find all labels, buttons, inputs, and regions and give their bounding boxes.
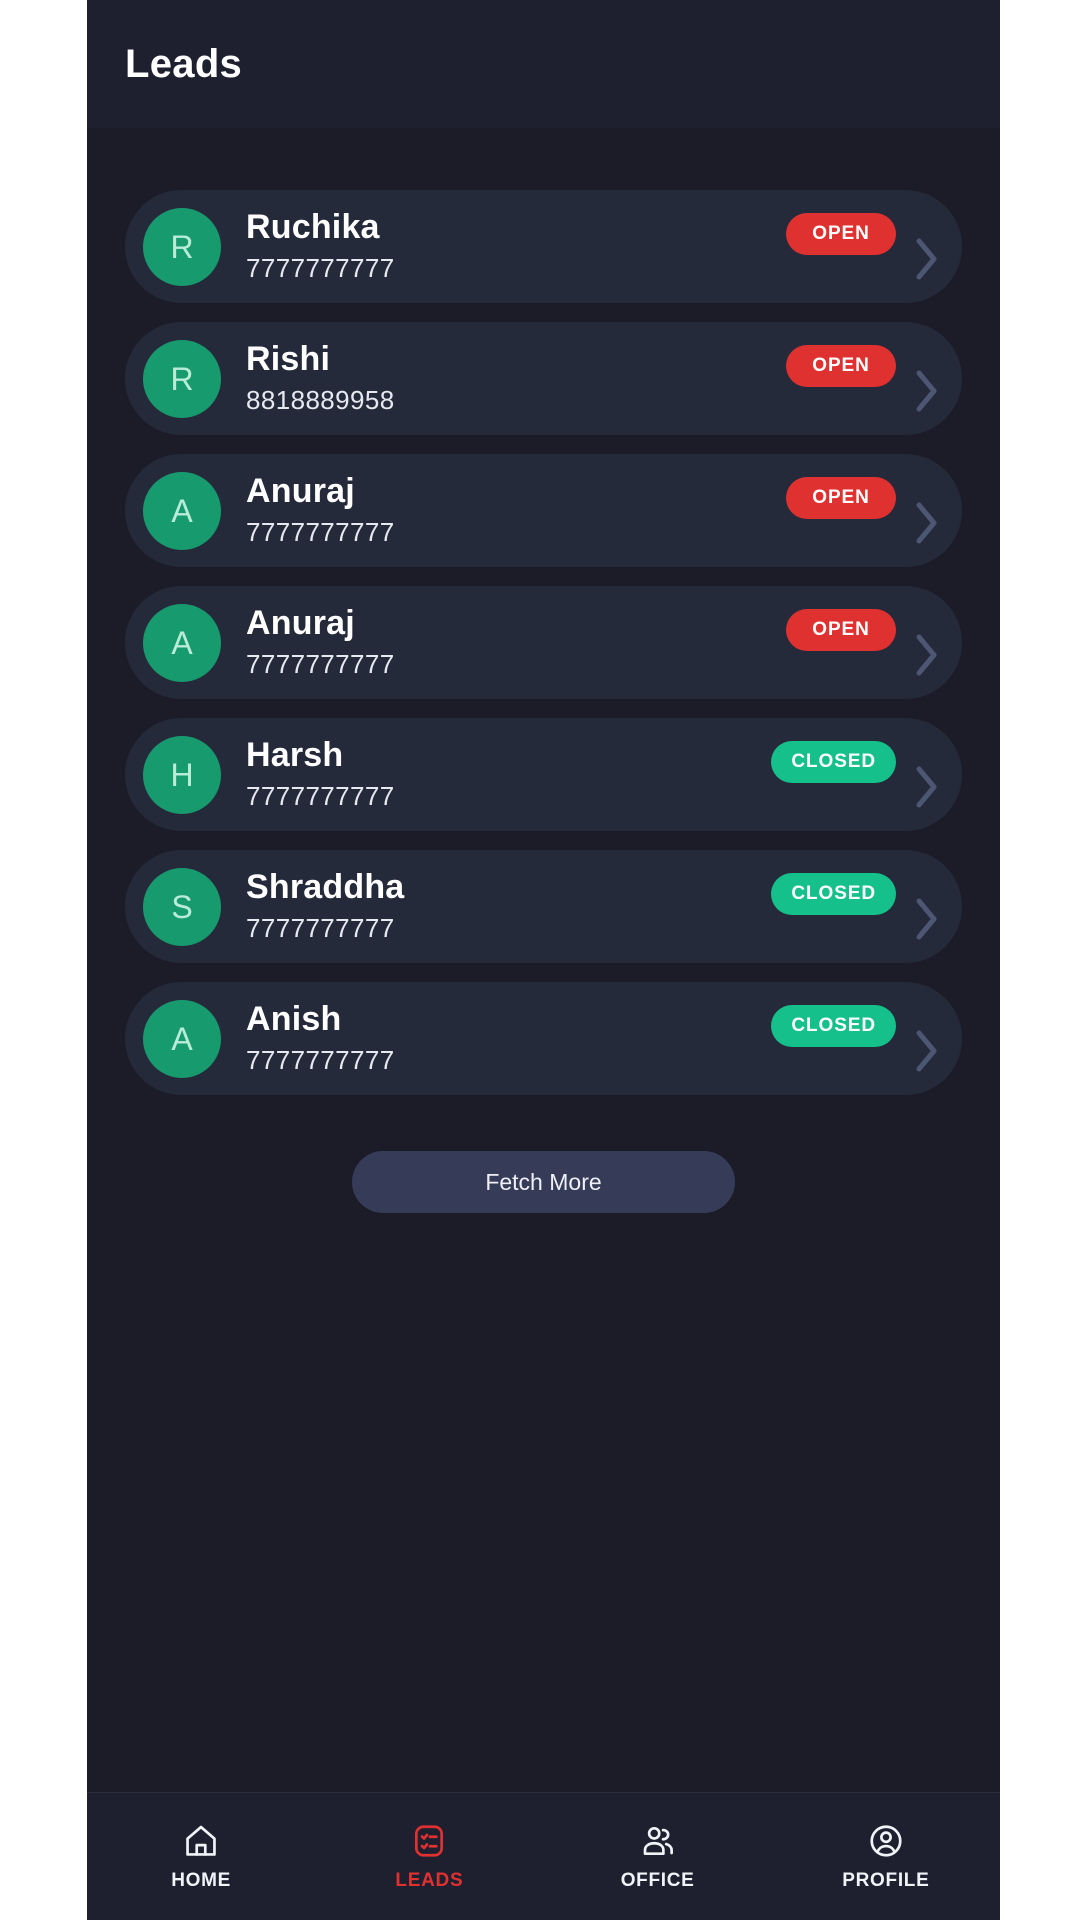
avatar: R: [143, 207, 221, 286]
lead-phone: 7777777777: [246, 913, 395, 944]
status-badge: OPEN: [786, 344, 896, 387]
bottom-navigation-bar: HOME LEADS OFFICE PROFILE: [87, 1792, 1000, 1920]
lead-info: Rishi 8818889958: [221, 339, 786, 418]
lead-phone: 7777777777: [246, 649, 395, 680]
avatar: S: [143, 867, 221, 946]
nav-item-home[interactable]: HOME: [87, 1793, 315, 1920]
lead-phone: 7777777777: [246, 781, 395, 812]
status-badge: CLOSED: [771, 1004, 896, 1047]
status-badge: CLOSED: [771, 872, 896, 915]
lead-card[interactable]: H Harsh 7777777777 CLOSED: [125, 718, 962, 831]
chevron-right-icon[interactable]: [914, 1028, 940, 1074]
lead-name: Shraddha: [246, 868, 405, 907]
lead-info: Anuraj 7777777777: [221, 603, 786, 682]
avatar: H: [143, 735, 221, 814]
nav-item-profile[interactable]: PROFILE: [772, 1793, 1000, 1920]
avatar: A: [143, 471, 221, 550]
lead-info: Harsh 7777777777: [221, 735, 771, 814]
lead-phone: 8818889958: [246, 385, 395, 416]
lead-name: Rishi: [246, 340, 331, 379]
phone-screen: Leads R Ruchika 7777777777 OPEN R Rishi …: [87, 0, 1000, 1920]
fetch-more-container: Fetch More: [87, 1151, 1000, 1213]
avatar: A: [143, 999, 221, 1078]
lead-card[interactable]: S Shraddha 7777777777 CLOSED: [125, 850, 962, 963]
lead-phone: 7777777777: [246, 517, 395, 548]
chevron-right-icon[interactable]: [914, 896, 940, 942]
lead-info: Shraddha 7777777777: [221, 867, 771, 946]
nav-item-leads[interactable]: LEADS: [315, 1793, 543, 1920]
nav-item-office[interactable]: OFFICE: [544, 1793, 772, 1920]
lead-name: Anish: [246, 1000, 342, 1039]
lead-name: Anuraj: [246, 472, 355, 511]
status-badge: OPEN: [786, 476, 896, 519]
nav-label: PROFILE: [842, 1869, 930, 1891]
app-header: Leads: [87, 0, 1000, 128]
nav-label: OFFICE: [620, 1869, 695, 1891]
leads-list: R Ruchika 7777777777 OPEN R Rishi 881888…: [87, 190, 1000, 1095]
chevron-right-icon[interactable]: [914, 236, 940, 282]
lead-card[interactable]: R Rishi 8818889958 OPEN: [125, 322, 962, 435]
fetch-more-button[interactable]: Fetch More: [352, 1151, 735, 1213]
lead-card[interactable]: A Anish 7777777777 CLOSED: [125, 982, 962, 1095]
lead-info: Anuraj 7777777777: [221, 471, 786, 550]
lead-name: Ruchika: [246, 208, 380, 247]
lead-phone: 7777777777: [246, 253, 395, 284]
chevron-right-icon[interactable]: [914, 764, 940, 810]
nav-label: HOME: [171, 1869, 232, 1891]
chevron-right-icon[interactable]: [914, 500, 940, 546]
nav-label: LEADS: [395, 1869, 464, 1891]
page-title: Leads: [125, 41, 243, 86]
lead-info: Anish 7777777777: [221, 999, 771, 1078]
lead-card[interactable]: R Ruchika 7777777777 OPEN: [125, 190, 962, 303]
checklist-icon: [410, 1822, 448, 1860]
people-icon: [639, 1822, 677, 1860]
chevron-right-icon[interactable]: [914, 368, 940, 414]
status-badge: CLOSED: [771, 740, 896, 783]
lead-name: Anuraj: [246, 604, 355, 643]
user-circle-icon: [867, 1822, 905, 1860]
avatar: R: [143, 339, 221, 418]
lead-card[interactable]: A Anuraj 7777777777 OPEN: [125, 454, 962, 567]
avatar: A: [143, 603, 221, 682]
lead-card[interactable]: A Anuraj 7777777777 OPEN: [125, 586, 962, 699]
home-icon: [182, 1822, 220, 1860]
lead-phone: 7777777777: [246, 1045, 395, 1076]
status-badge: OPEN: [786, 212, 896, 255]
status-badge: OPEN: [786, 608, 896, 651]
lead-info: Ruchika 7777777777: [221, 207, 786, 286]
leads-scroll-area[interactable]: R Ruchika 7777777777 OPEN R Rishi 881888…: [87, 128, 1000, 1792]
lead-name: Harsh: [246, 736, 344, 775]
chevron-right-icon[interactable]: [914, 632, 940, 678]
